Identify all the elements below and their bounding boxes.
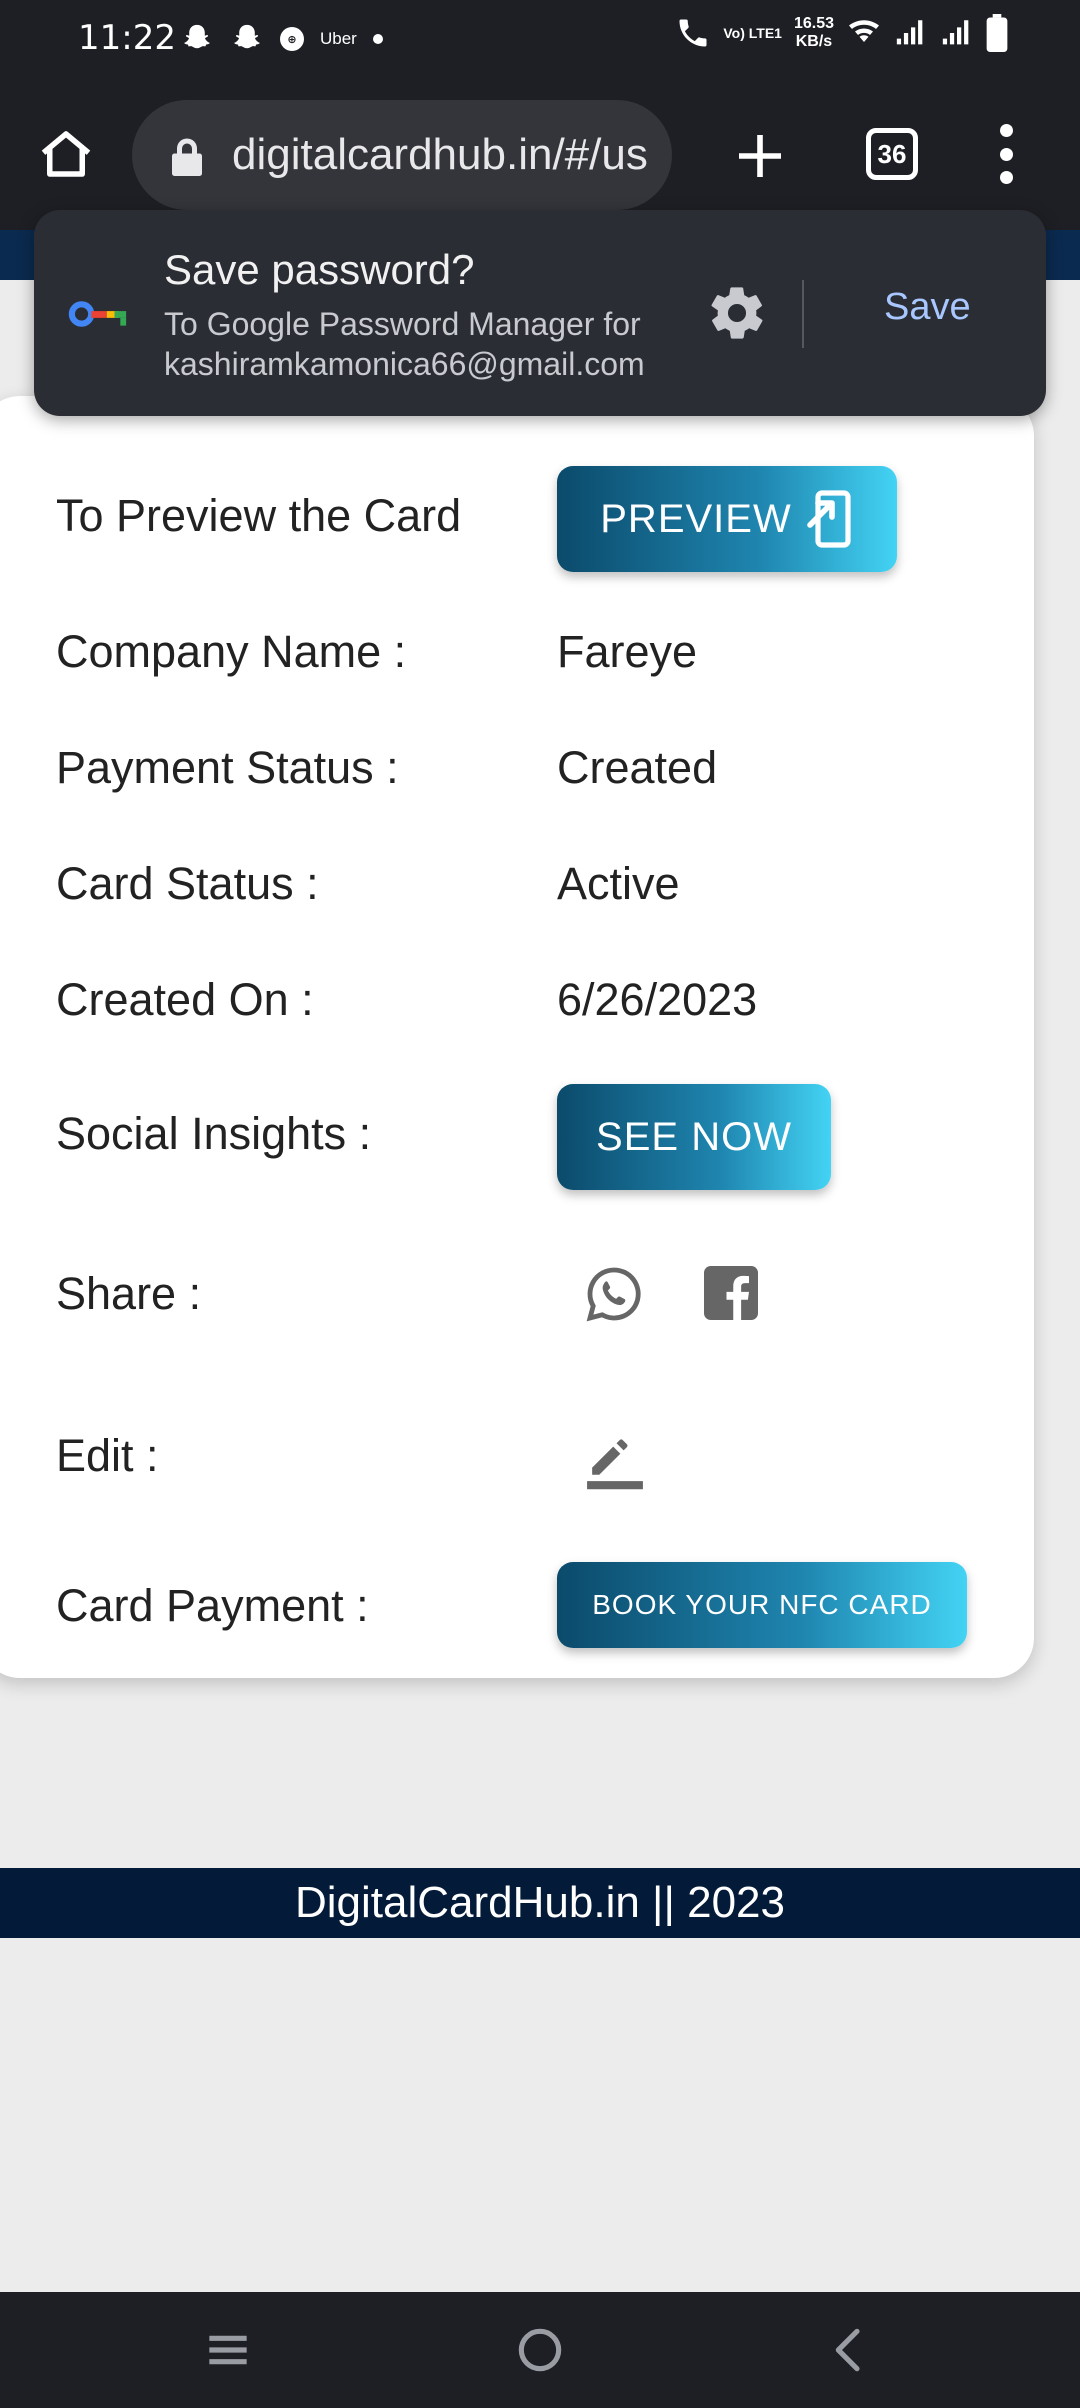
home-nav-icon[interactable]	[512, 2322, 568, 2378]
popup-divider	[802, 280, 804, 348]
plus-icon[interactable]	[732, 128, 788, 184]
more-vert-icon[interactable]	[996, 124, 1016, 184]
created-on-value: 6/26/2023	[557, 974, 758, 1025]
edit-label: Edit :	[56, 1430, 159, 1481]
open-in-new-icon	[806, 490, 851, 548]
lock-icon	[172, 138, 202, 176]
edit-pencil-icon[interactable]	[584, 1424, 646, 1490]
share-label: Share :	[56, 1268, 202, 1319]
back-icon[interactable]	[822, 2322, 878, 2378]
company-name-label: Company Name :	[56, 626, 407, 677]
tab-switcher-button[interactable]: 36	[866, 128, 918, 180]
system-navigation-bar	[0, 2292, 1080, 2408]
social-insights-label: Social Insights :	[56, 1108, 372, 1159]
wifi-call-icon	[679, 19, 707, 47]
network-speed: 16.53 KB/s	[793, 15, 834, 50]
card-status-value: Active	[557, 858, 680, 909]
page-footer: DigitalCardHub.in || 2023	[0, 1868, 1080, 1938]
snapchat-icon	[234, 24, 260, 49]
signal-icon	[942, 20, 969, 45]
book-nfc-card-button[interactable]: BOOK YOUR NFC CARD	[557, 1562, 967, 1648]
browser-toolbar: digitalcardhub.in/#/us 36	[0, 78, 1080, 230]
preview-button[interactable]: PREVIEW	[557, 466, 897, 572]
save-password-popup: Save password? To Google Password Manage…	[34, 210, 1046, 416]
save-password-title: Save password?	[164, 246, 475, 293]
more-notifications-dot	[372, 34, 383, 44]
battery-icon	[986, 14, 1008, 52]
snapchat-icon	[184, 24, 210, 49]
facebook-icon[interactable]	[704, 1266, 758, 1320]
app-badge-icon: ⊕	[280, 27, 304, 51]
home-icon[interactable]	[36, 124, 96, 184]
gear-icon[interactable]	[706, 282, 768, 344]
recent-apps-icon[interactable]	[200, 2322, 256, 2378]
wifi-icon	[849, 20, 879, 42]
url-text[interactable]: digitalcardhub.in/#/us	[232, 130, 648, 180]
payment-status-label: Payment Status :	[56, 742, 399, 793]
save-password-subtitle: To Google Password Manager for kashiramk…	[164, 306, 645, 382]
status-system-icons: Vo) LTE1 16.53 KB/s	[675, 14, 1008, 52]
address-bar[interactable]: digitalcardhub.in/#/us	[132, 100, 672, 210]
status-bar: 11:22 ⊕ Uber Vo) LTE1 16.53 KB/s	[0, 0, 1080, 78]
uber-label: Uber	[320, 29, 357, 48]
lte-indicator: Vo) LTE1	[723, 24, 782, 41]
created-on-label: Created On :	[56, 974, 314, 1025]
save-password-button[interactable]: Save	[884, 286, 971, 329]
notification-icons: ⊕ Uber	[180, 22, 383, 56]
card-payment-label: Card Payment :	[56, 1580, 369, 1631]
preview-label: To Preview the Card	[56, 490, 462, 541]
card-details-panel	[0, 396, 1034, 1678]
payment-status-value: Created	[557, 742, 718, 793]
see-now-button[interactable]: SEE NOW	[557, 1084, 831, 1190]
key-icon	[68, 301, 127, 327]
card-status-label: Card Status :	[56, 858, 319, 909]
company-name-value: Fareye	[557, 626, 698, 677]
signal-icon	[896, 20, 923, 45]
status-time: 11:22	[78, 18, 176, 58]
whatsapp-icon[interactable]	[582, 1262, 646, 1326]
